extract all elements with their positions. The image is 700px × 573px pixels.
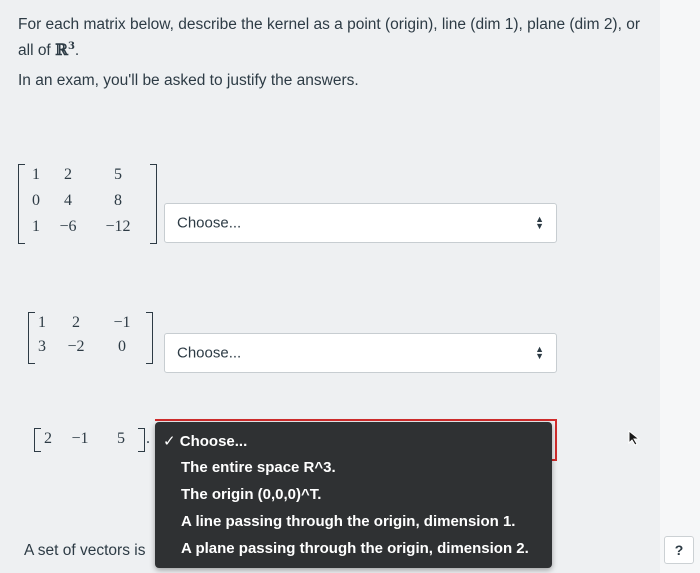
select-arrows-icon: ▲ ▼ [535,214,544,231]
matrix-cell: 5 [114,166,122,183]
matrix-cell: 3 [38,338,46,355]
dropdown-option-plane[interactable]: A plane passing through the origin, dime… [181,540,529,557]
matrix-cell: 0 [32,192,40,209]
matrix-cell: −2 [67,338,85,355]
matrix-1-grid: 1 2 5 0 4 8 1 −6 −12 [24,166,148,244]
right-sidebar [660,0,700,573]
matrix-cell: 0 [118,338,126,355]
kernel-dropdown-menu: ✓ Choose... The entire space R^3. The or… [155,422,552,568]
matrix-cell: 2 [64,166,72,183]
matrix-1: 1 2 5 0 4 8 1 −6 −12 [18,164,158,248]
dropdown-option-line[interactable]: A line passing through the origin, dimen… [181,513,515,530]
matrix-cell: 4 [64,192,72,209]
matrix-cell: 1 [32,218,40,235]
question-prompt: For each matrix below, describe the kern… [18,14,648,62]
exam-note: In an exam, you'll be asked to justify t… [18,72,359,89]
select-arrows-icon: ▲ ▼ [535,344,544,361]
r3-symbol: ℝ3 [55,40,75,60]
matrix-3-grid: 2 −1 5 [38,430,140,452]
matrix-3-right-bracket [138,428,145,452]
vectors-set-text: A set of vectors is [24,542,146,559]
matrix-2-right-bracket [146,312,153,364]
matrix-2-grid: 1 2 −1 3 −2 0 [32,314,144,362]
matrix-cell: 8 [114,192,122,209]
prompt-period: . [74,42,80,60]
matrix-cell: 5 [117,430,125,447]
mouse-cursor-icon [628,430,641,446]
select-value: Choose... [177,344,242,362]
matrix-cell: −1 [71,430,89,447]
check-icon: ✓ [163,433,176,450]
matrix-3: 2 −1 5 . [34,428,158,456]
prompt-text: For each matrix below, describe the kern… [18,16,640,60]
matrix-1-right-bracket [150,164,157,244]
help-button[interactable]: ? [664,536,694,564]
matrix-3-period: . [146,430,150,447]
matrix-cell: 1 [38,314,46,331]
matrix-cell: 2 [44,430,52,447]
matrix-2: 1 2 −1 3 −2 0 [28,312,158,368]
kernel-select-2[interactable]: Choose... ▲ ▼ [164,333,557,373]
matrix-cell: −12 [105,218,131,235]
dropdown-option-origin[interactable]: The origin (0,0,0)^T. [181,486,321,503]
matrix-cell: 2 [72,314,80,331]
matrix-cell: 1 [32,166,40,183]
matrix-cell: −6 [59,218,77,235]
kernel-select-1[interactable]: Choose... ▲ ▼ [164,203,557,243]
dropdown-option-entire-space[interactable]: The entire space R^3. [181,459,336,476]
dropdown-option-choose[interactable]: ✓ Choose... [163,432,247,450]
matrix-cell: −1 [113,314,131,331]
select-value: Choose... [177,214,242,232]
